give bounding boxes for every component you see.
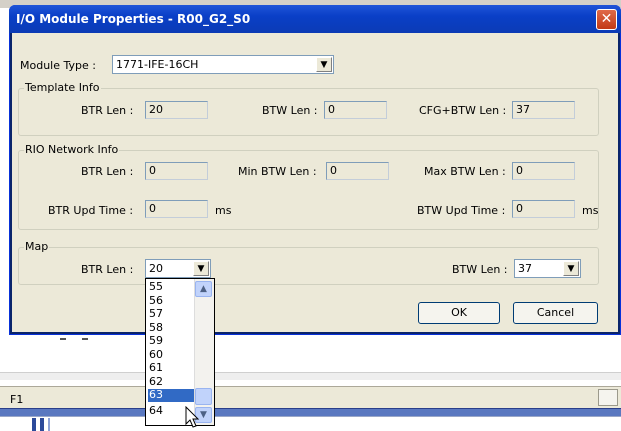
template-cfg-btw-len-field: 37	[512, 101, 575, 119]
rio-btr-upd-time-label: BTR Upd Time :	[48, 204, 134, 217]
status-bar-panel	[598, 389, 618, 406]
rio-btr-len-field: 0	[145, 162, 208, 180]
chevron-down-icon[interactable]: ▼	[193, 261, 209, 276]
module-type-combo[interactable]: 1771-IFE-16CH ▼	[112, 55, 334, 74]
dropdown-option[interactable]: 59	[148, 335, 198, 346]
map-legend: Map	[24, 240, 50, 253]
rio-min-btw-len-field: 0	[326, 162, 389, 180]
chevron-down-icon[interactable]: ▼	[563, 261, 579, 276]
template-btw-len-field: 0	[324, 101, 387, 119]
dropdown-option[interactable]: 55	[148, 281, 198, 292]
dropdown-option[interactable]: 56	[148, 295, 198, 306]
dialog-title: I/O Module Properties - R00_G2_S0	[16, 12, 251, 26]
ok-button[interactable]: OK	[418, 302, 500, 324]
rio-network-info-legend: RIO Network Info	[24, 143, 120, 156]
rio-btw-upd-time-field: 0	[512, 200, 575, 218]
map-btr-len-value: 20	[149, 262, 163, 275]
template-info-legend: Template Info	[24, 81, 101, 94]
rio-btr-upd-time-field: 0	[145, 200, 208, 218]
mouse-pointer-icon	[185, 406, 200, 428]
status-bar-help-text: F1	[10, 393, 24, 406]
map-btr-len-label: BTR Len :	[81, 263, 134, 276]
rio-btr-len-label: BTR Len :	[81, 165, 134, 178]
background-tab-strip	[0, 416, 621, 431]
dropdown-option[interactable]: 61	[148, 362, 198, 373]
rio-btw-upd-time-unit: ms	[582, 204, 599, 217]
dropdown-option[interactable]: 58	[148, 322, 198, 333]
close-icon: ✕	[600, 11, 613, 27]
rio-btw-upd-time-label: BTW Upd Time :	[417, 204, 506, 217]
rio-btr-upd-time-unit: ms	[215, 204, 232, 217]
template-btw-len-label: BTW Len :	[262, 104, 318, 117]
status-bar	[0, 386, 621, 408]
scrollbar-thumb[interactable]	[195, 388, 212, 405]
template-btr-len-field: 20	[145, 101, 208, 119]
background-panel	[0, 372, 621, 380]
module-type-label: Module Type :	[20, 59, 96, 72]
module-type-value: 1771-IFE-16CH	[116, 58, 199, 71]
dropdown-option[interactable]: 62	[148, 376, 198, 387]
taskbar-strip	[0, 408, 621, 416]
rio-max-btw-len-field: 0	[512, 162, 575, 180]
rio-min-btw-len-label: Min BTW Len :	[238, 165, 317, 178]
cancel-button[interactable]: Cancel	[513, 302, 598, 324]
scroll-up-icon[interactable]: ▲	[195, 281, 212, 297]
template-btr-len-label: BTR Len :	[81, 104, 134, 117]
dropdown-option[interactable]: 60	[148, 349, 198, 360]
chevron-down-icon[interactable]: ▼	[316, 57, 332, 72]
map-btr-len-combo[interactable]: 20 ▼	[145, 259, 211, 278]
background-mark	[82, 338, 88, 340]
template-cfg-btw-len-label: CFG+BTW Len :	[419, 104, 507, 117]
rio-max-btw-len-label: Max BTW Len :	[424, 165, 506, 178]
dropdown-option-selected[interactable]: 63	[148, 389, 198, 402]
close-button[interactable]: ✕	[596, 9, 617, 30]
map-btw-len-label: BTW Len :	[452, 263, 508, 276]
map-btw-len-combo[interactable]: 37 ▼	[514, 259, 581, 278]
map-btw-len-value: 37	[518, 262, 532, 275]
background-mark	[60, 338, 66, 340]
dropdown-option[interactable]: 57	[148, 308, 198, 319]
